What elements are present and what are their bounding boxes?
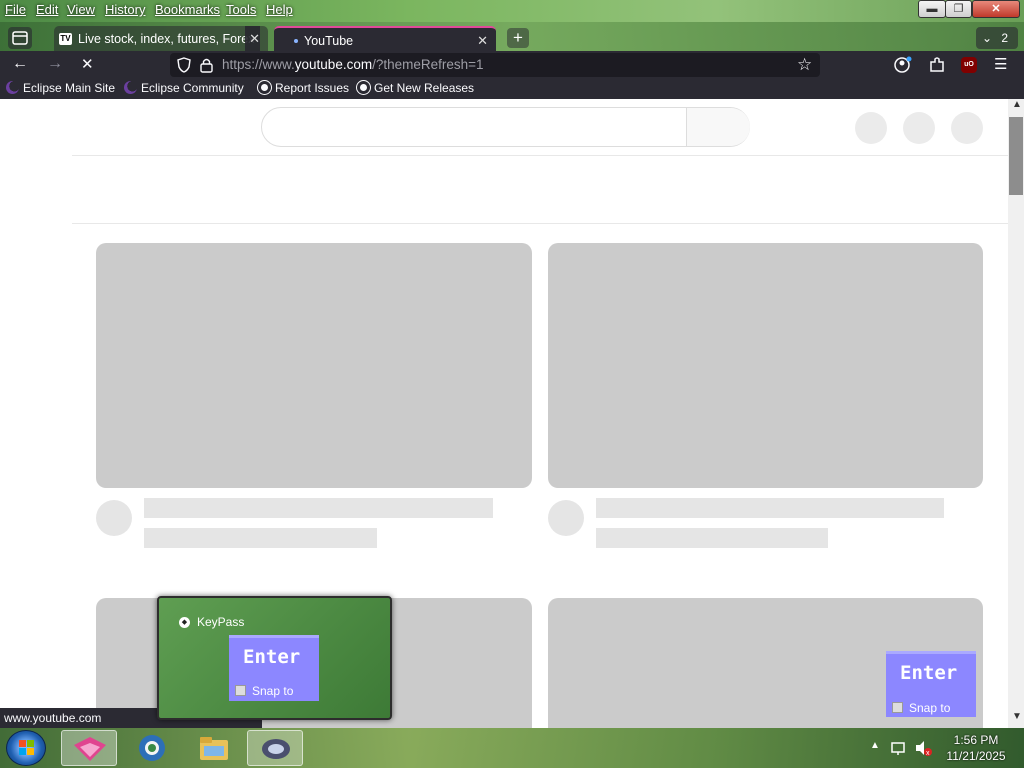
restore-button[interactable]: ❐ [945,0,972,18]
stop-loading-icon[interactable]: ✕ [81,55,94,73]
url-text: https://www.youtube.com/?themeRefresh=1 [222,57,484,72]
keypass-app-icon [262,739,290,759]
menu-bar: File Edit View History Bookmarks Tools H… [0,0,1024,22]
bookmark-get-new-releases[interactable]: Get New Releases [356,80,474,95]
loading-dot-icon [294,39,298,43]
tab-youtube[interactable]: YouTube ✕ [274,26,496,52]
tradingview-icon: TV [59,33,72,45]
tab-groups-button[interactable] [8,27,32,49]
minimize-button[interactable]: ▬ [918,0,946,18]
extensions-icon[interactable] [928,56,946,74]
folder-icon [200,737,228,760]
forward-icon[interactable]: → [47,55,63,73]
menu-view[interactable]: View [67,2,95,17]
scroll-up-icon[interactable]: ▲ [1012,99,1022,110]
scroll-thumb[interactable] [1009,117,1023,195]
checkbox-icon [235,685,246,696]
clock-time: 1:56 PM [953,733,999,747]
clock-date: 11/21/2025 [946,749,1006,763]
bookmark-eclipse-main[interactable]: Eclipse Main Site [6,81,115,95]
eclipse-icon [6,81,19,94]
url-bar[interactable]: https://www.youtube.com/?themeRefresh=1 … [170,53,820,77]
enter-overlay-button[interactable]: Enter Snap to [886,651,976,717]
snap-to-checkbox[interactable]: Snap to [235,684,293,698]
video-thumbnail-skeleton [548,243,983,488]
video-thumbnail-skeleton [96,243,532,488]
chevron-down-icon: ⌄ [982,31,993,45]
tab-tradingview[interactable]: TV Live stock, index, futures, Forex ✕ [54,26,268,52]
close-window-button[interactable]: ✕ [972,0,1020,18]
tab-strip: TV Live stock, index, futures, Forex ✕ Y… [0,22,1024,52]
vertical-scrollbar[interactable]: ▲ ▼ [1008,99,1024,728]
menu-bookmarks[interactable]: Bookmarks [155,2,220,17]
icon-skeleton [903,112,935,144]
channel-avatar-skeleton [548,500,584,536]
new-tab-button[interactable]: + [507,28,529,48]
avatar-skeleton [951,112,983,144]
icon-skeleton [855,112,887,144]
taskbar-app-1[interactable] [61,730,117,766]
keypass-window[interactable]: ◆ KeyPass Enter Snap to [157,596,392,720]
tab-overflow-button[interactable]: ⌄ 2 [976,27,1018,49]
browser-globe-icon [139,735,165,761]
app-cube-icon [74,737,106,761]
page-content [0,99,1008,728]
channel-avatar-skeleton [96,500,132,536]
hamburger-menu-icon[interactable]: ☰ [994,55,1007,73]
checkbox-icon [892,702,903,713]
snap-to-checkbox[interactable]: Snap to [892,701,950,715]
keypass-icon: ◆ [179,617,190,628]
menu-edit[interactable]: Edit [36,2,58,17]
bookmark-star-icon[interactable]: ☆ [797,55,812,75]
title-skeleton [596,498,944,518]
bookmark-eclipse-community[interactable]: Eclipse Community [124,81,244,95]
close-tab-icon[interactable]: ✕ [477,28,488,52]
meta-skeleton [596,528,828,548]
github-icon [257,80,272,95]
meta-skeleton [144,528,377,548]
taskbar-app-2[interactable] [124,730,180,766]
network-icon[interactable] [890,740,908,756]
tab-title: YouTube [304,34,354,48]
tab-title: Live stock, index, futures, Forex [78,32,255,46]
ublock-origin-icon[interactable]: uO [961,57,977,73]
taskbar-file-explorer[interactable] [186,730,242,766]
taskbar-app-4[interactable] [247,730,303,766]
shield-icon[interactable] [177,57,191,73]
tab-list-icon [12,31,28,45]
menu-help[interactable]: Help [266,2,293,17]
menu-file[interactable]: File [5,2,26,17]
eclipse-icon [124,81,137,94]
lock-icon[interactable] [200,57,213,73]
divider [72,223,1008,224]
navigation-toolbar: ← → ✕ https://www.youtube.com/?themeRefr… [0,51,1024,79]
tray-expand-icon[interactable]: ▲ [870,740,880,751]
system-clock[interactable]: 1:56 PM 11/21/2025 [936,732,1016,764]
close-tab-icon[interactable]: ✕ [245,26,260,52]
bookmark-report-issues[interactable]: Report Issues [257,80,349,95]
github-icon [356,80,371,95]
windows-logo-icon [19,740,34,755]
keypass-title: KeyPass [197,615,245,629]
divider [72,155,1008,156]
tab-count: 2 [1001,31,1009,45]
taskbar: ▲ x 1:56 PM 11/21/2025 [0,728,1024,768]
start-button[interactable] [6,730,46,766]
svg-text:x: x [926,750,930,756]
title-skeleton [144,498,493,518]
scroll-down-icon[interactable]: ▼ [1012,711,1022,722]
enter-label: Enter [243,646,301,668]
search-skeleton [261,107,750,147]
menu-tools[interactable]: Tools [226,2,256,17]
enter-label: Enter [900,662,958,684]
back-icon[interactable]: ← [12,55,28,73]
menu-history[interactable]: History [105,2,145,17]
bookmarks-toolbar: Eclipse Main Site Eclipse Community Repo… [0,79,1024,99]
volume-muted-icon[interactable]: x [914,740,932,756]
account-icon[interactable] [893,56,913,74]
search-button-skeleton [686,108,750,146]
enter-button[interactable]: Enter Snap to [229,635,319,701]
